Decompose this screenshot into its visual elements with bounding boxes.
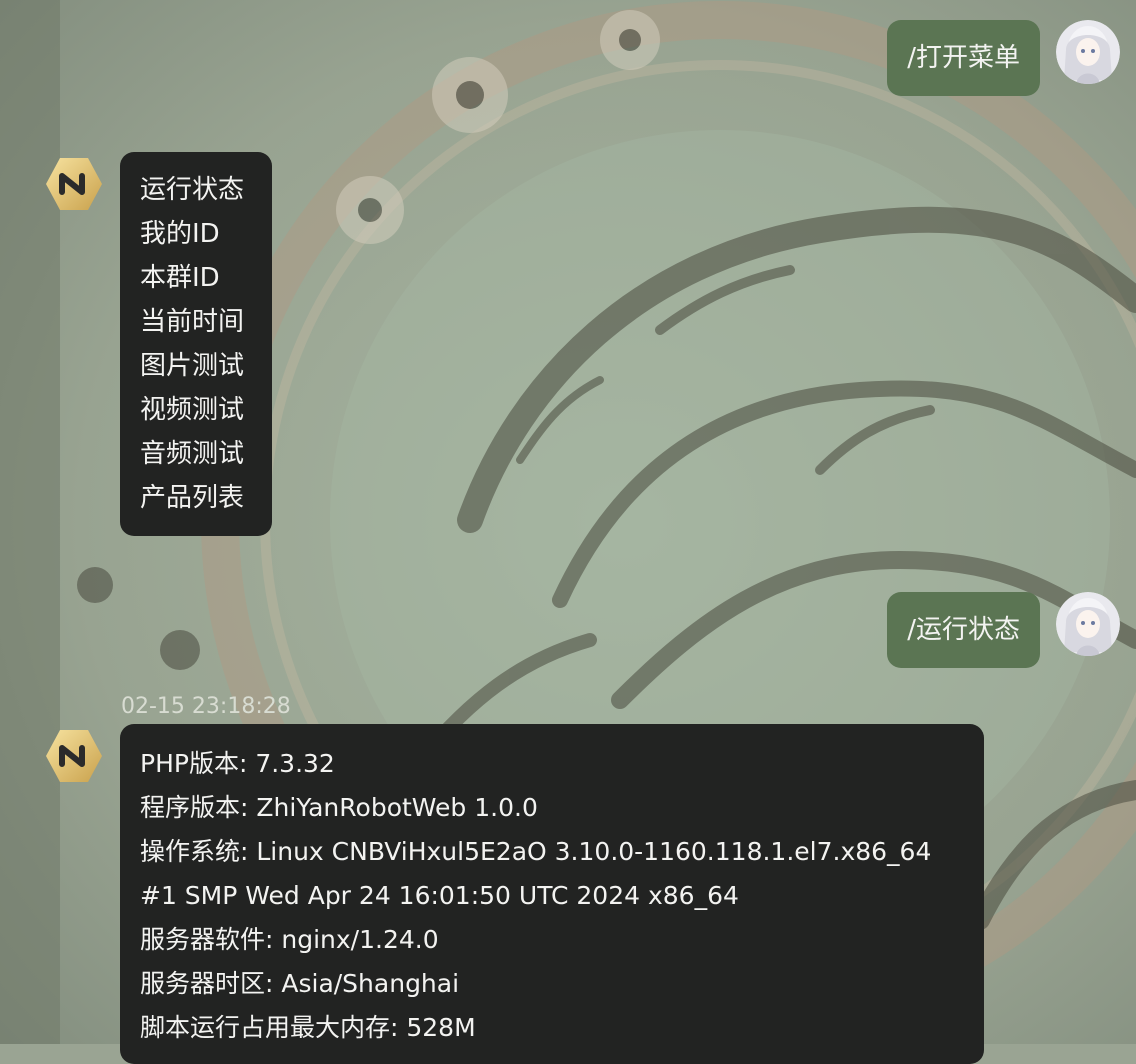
menu-item-current-time[interactable]: 当前时间 [140, 302, 252, 346]
user-message-text: /运行状态 [907, 615, 1020, 645]
status-max-memory: 脚本运行占用最大内存: 528M [140, 1013, 476, 1042]
status-operating-system: 操作系统: Linux CNBViHxul5E2aO 3.10.0-1160.1… [140, 837, 932, 866]
menu-item-video-test[interactable]: 视频测试 [140, 390, 252, 434]
status-server-timezone: 服务器时区: Asia/Shanghai [140, 969, 460, 998]
menu-item-run-status[interactable]: 运行状态 [140, 170, 252, 214]
message-timestamp: 02-15 23:18:28 [121, 694, 291, 719]
user-message-bubble[interactable]: /运行状态 [887, 592, 1040, 668]
user-message-bubble[interactable]: /打开菜单 [887, 20, 1040, 96]
menu-item-my-id[interactable]: 我的ID [140, 214, 252, 258]
menu-item-audio-test[interactable]: 音频测试 [140, 434, 252, 478]
bot-menu-bubble: 运行状态 我的ID 本群ID 当前时间 图片测试 视频测试 音频测试 产品列表 [120, 152, 272, 536]
bot-logo-icon[interactable] [42, 152, 106, 216]
chat-area: /打开菜单 运行状态 我的ID 本群ID 当前时间 图片测试 视频测试 音频测试… [0, 0, 1136, 1064]
menu-item-image-test[interactable]: 图片测试 [140, 346, 252, 390]
status-os-build: #1 SMP Wed Apr 24 16:01:50 UTC 2024 x86_… [140, 881, 739, 910]
menu-item-group-id[interactable]: 本群ID [140, 258, 252, 302]
bot-status-bubble: PHP版本: 7.3.32 程序版本: ZhiYanRobotWeb 1.0.0… [120, 724, 984, 1064]
status-server-software: 服务器软件: nginx/1.24.0 [140, 925, 439, 954]
status-program-version: 程序版本: ZhiYanRobotWeb 1.0.0 [140, 793, 538, 822]
user-avatar-icon[interactable] [1056, 20, 1120, 84]
user-avatar-icon[interactable] [1056, 592, 1120, 656]
menu-item-product-list[interactable]: 产品列表 [140, 478, 252, 522]
bot-logo-icon[interactable] [42, 724, 106, 788]
user-message-text: /打开菜单 [907, 43, 1020, 73]
status-php-version: PHP版本: 7.3.32 [140, 749, 335, 778]
